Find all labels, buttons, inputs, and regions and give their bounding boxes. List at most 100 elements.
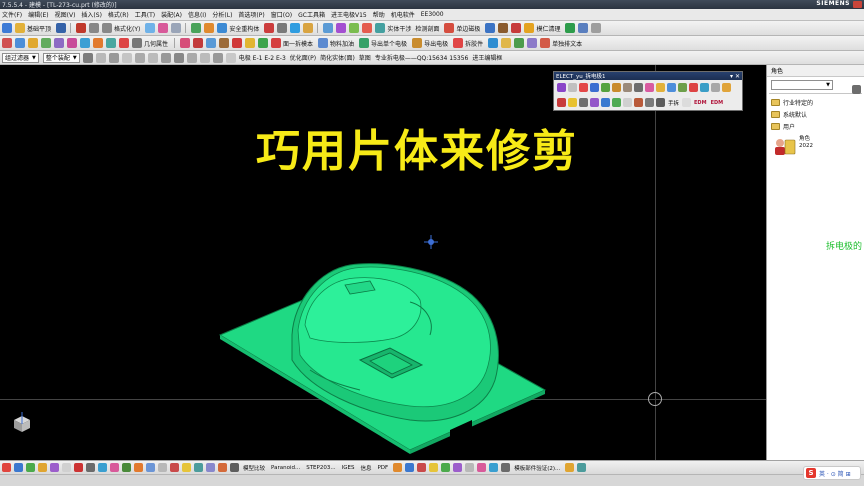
electrode-blue-icon[interactable] xyxy=(590,83,599,92)
unite-icon[interactable] xyxy=(374,23,385,33)
redo-icon[interactable] xyxy=(101,23,112,33)
role-entry[interactable]: 角色 2022 xyxy=(773,136,864,156)
toolbar-label-geometry[interactable]: 几何属性 xyxy=(144,39,168,48)
electrode-red2-icon[interactable] xyxy=(557,98,566,107)
close-window-button[interactable] xyxy=(853,1,862,8)
extract-icon[interactable] xyxy=(131,38,142,48)
point-icon[interactable] xyxy=(1,38,12,48)
roles-filter-dropdown[interactable]: ▼ xyxy=(771,80,833,90)
electrode-yellow-icon[interactable] xyxy=(656,83,665,92)
toolbar-label-refactor[interactable]: 安全重构体 xyxy=(229,24,259,33)
arrow-right-icon[interactable] xyxy=(257,38,268,48)
open-folder-icon[interactable] xyxy=(14,23,25,33)
replace-face-icon[interactable] xyxy=(231,38,242,48)
electrode-box-icon[interactable] xyxy=(612,83,621,92)
electrode-icon[interactable] xyxy=(443,23,454,33)
edm-button-1[interactable]: EDM xyxy=(694,100,707,106)
step203-button[interactable]: STEP203... xyxy=(306,465,335,471)
toolbar-label-single-text[interactable]: 单独排文本 xyxy=(552,39,582,48)
text-icon[interactable] xyxy=(487,38,498,48)
cavity-icon[interactable] xyxy=(510,23,521,33)
point-snap-icon[interactable] xyxy=(187,52,198,63)
arrow-left-icon[interactable] xyxy=(244,38,255,48)
electrode-dark-icon[interactable] xyxy=(645,98,654,107)
bottom-tool-icon[interactable] xyxy=(145,463,155,472)
note-icon[interactable] xyxy=(500,38,511,48)
project-icon[interactable] xyxy=(66,38,77,48)
revolve-icon[interactable] xyxy=(203,23,214,33)
bottom-tool-icon[interactable] xyxy=(85,463,95,472)
center-snap-icon[interactable] xyxy=(148,52,159,63)
insert-icon[interactable] xyxy=(523,23,534,33)
sew-icon[interactable] xyxy=(105,38,116,48)
shell-icon[interactable] xyxy=(289,23,300,33)
filter-icon[interactable] xyxy=(96,52,107,63)
menu-info[interactable]: 信息(I) xyxy=(188,10,206,19)
electrode-stack-icon[interactable] xyxy=(623,83,632,92)
box-icon[interactable] xyxy=(216,23,227,33)
electrode-grey-icon[interactable] xyxy=(711,83,720,92)
delete-face-icon[interactable] xyxy=(270,38,281,48)
electrode-gold-icon[interactable] xyxy=(568,98,577,107)
bottom-tool-icon[interactable] xyxy=(169,463,179,472)
bottom-tool-icon[interactable] xyxy=(97,463,107,472)
roles-item-system-default[interactable]: 系统默认 xyxy=(771,108,864,120)
green-part-model[interactable] xyxy=(210,240,560,455)
electrode-green-icon[interactable] xyxy=(601,83,610,92)
bottom-tool-icon[interactable] xyxy=(13,463,23,472)
curve-snap-icon[interactable] xyxy=(213,52,224,63)
select-icon[interactable] xyxy=(83,52,94,63)
electrode-red-icon[interactable] xyxy=(579,83,588,92)
info-button[interactable]: 信息 xyxy=(360,464,371,472)
bottom-tool-icon[interactable] xyxy=(452,463,462,472)
toolbar-label-sketch[interactable]: 草图 xyxy=(359,53,371,62)
split-icon[interactable] xyxy=(118,38,129,48)
export-icon[interactable] xyxy=(358,38,369,48)
endpoint-snap-icon[interactable] xyxy=(122,52,133,63)
toolbar-label-edit-frame[interactable]: 进王编辑框 xyxy=(472,53,502,62)
electrode-green2-icon[interactable] xyxy=(612,98,621,107)
menu-view[interactable]: 视图(V) xyxy=(55,10,76,19)
bottom-tool-icon[interactable] xyxy=(229,463,239,472)
paranoid-button[interactable]: Paranoid... xyxy=(271,465,300,471)
quadrant-snap-icon[interactable] xyxy=(174,52,185,63)
face-snap-icon[interactable] xyxy=(200,52,211,63)
elect-toolbar-title[interactable]: ELECT_yu_拆电极1 ▾ ✕ xyxy=(554,72,742,80)
bottom-tool-icon[interactable] xyxy=(205,463,215,472)
layer-icon[interactable] xyxy=(577,23,588,33)
toolbar-label-interference[interactable]: 实体干涉 xyxy=(387,24,411,33)
bottom-tool-icon[interactable] xyxy=(109,463,119,472)
list-view-icon[interactable] xyxy=(851,85,861,94)
bottom-tool-icon[interactable] xyxy=(25,463,35,472)
bottom-tool-icon[interactable] xyxy=(500,463,510,472)
template-validate-button[interactable]: 模板部件验证(2)... xyxy=(514,464,560,472)
blend-icon[interactable] xyxy=(263,23,274,33)
electrode-sky-icon[interactable] xyxy=(667,83,676,92)
table-icon[interactable] xyxy=(513,38,524,48)
electrode-olive-icon[interactable] xyxy=(678,83,687,92)
electrode-teal-icon[interactable] xyxy=(700,83,709,92)
face-icon[interactable] xyxy=(179,38,190,48)
menu-help[interactable]: 帮助 xyxy=(373,10,385,19)
toolbar-label-magnet[interactable]: 单边磁极 xyxy=(456,24,480,33)
menu-format[interactable]: 格式(R) xyxy=(108,10,129,19)
iges-button[interactable]: IGES xyxy=(342,465,355,471)
electrode-purple-icon[interactable] xyxy=(590,98,599,107)
bottom-tool-icon[interactable] xyxy=(576,463,586,472)
menu-preferences[interactable]: 首选项(P) xyxy=(238,10,264,19)
roles-item-industry[interactable]: 行业特定的 xyxy=(771,96,864,108)
electrode-cut-icon[interactable] xyxy=(689,83,698,92)
mirror-icon[interactable] xyxy=(322,23,333,33)
compare-model-button[interactable]: 模型比较 xyxy=(243,464,265,472)
menu-analysis[interactable]: 分析(L) xyxy=(212,10,232,19)
patch-icon[interactable] xyxy=(205,38,216,48)
scope-filter-dropdown[interactable]: 整个装配 ▼ xyxy=(42,52,80,63)
bottom-tool-icon[interactable] xyxy=(37,463,47,472)
electrode-create-icon[interactable] xyxy=(557,83,566,92)
bottom-tool-icon[interactable] xyxy=(488,463,498,472)
menu-edit[interactable]: 编辑(E) xyxy=(28,10,48,19)
view-icon[interactable] xyxy=(170,23,181,33)
electrode-blue2-icon[interactable] xyxy=(601,98,610,107)
settings-icon[interactable] xyxy=(590,23,601,33)
bottom-tool-icon[interactable] xyxy=(428,463,438,472)
